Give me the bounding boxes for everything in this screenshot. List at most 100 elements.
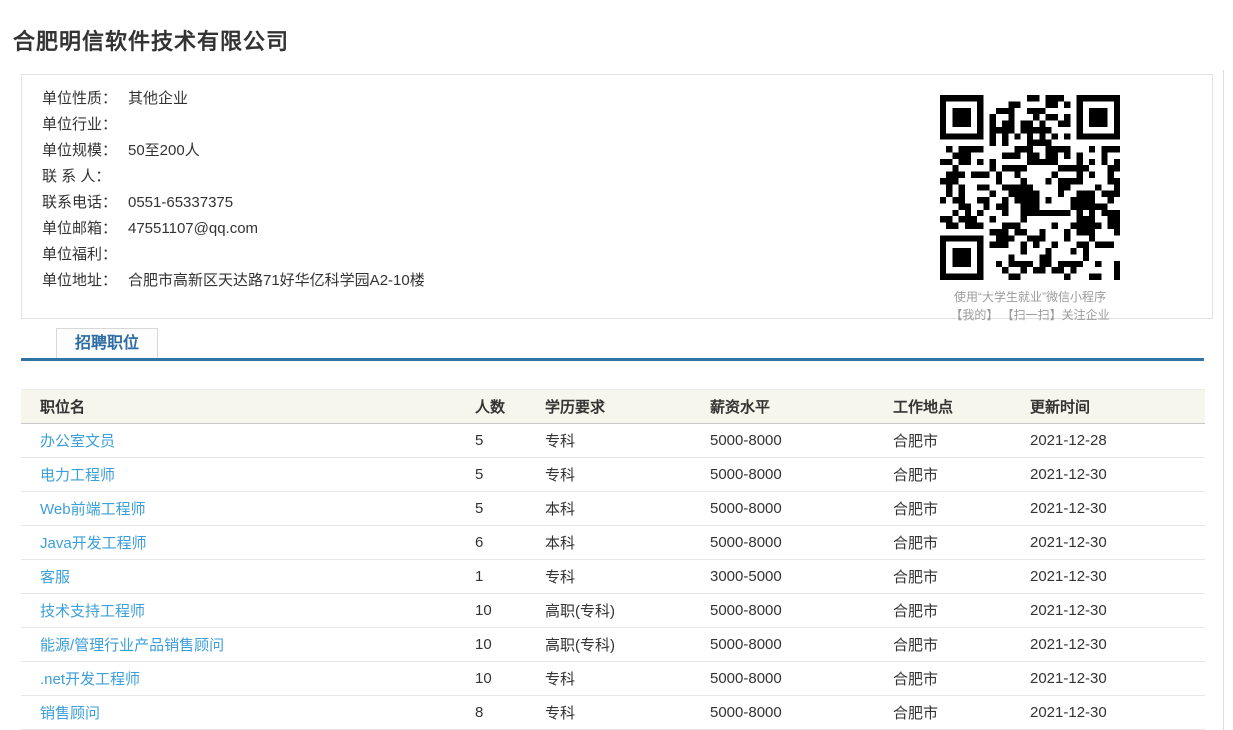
job-cell-education: 高职(专科) [545, 628, 710, 662]
job-cell-updated: 2021-12-30 [1030, 458, 1205, 492]
job-cell-salary: 5000-8000 [710, 526, 893, 560]
job-cell-updated: 2021-12-30 [1030, 526, 1205, 560]
info-value: 合肥市高新区天达路71好华亿科学园A2-10楼 [128, 272, 425, 289]
header-location: 工作地点 [893, 390, 1030, 424]
job-title-link[interactable]: 技术支持工程师 [40, 603, 145, 620]
job-cell-education: 专科 [545, 424, 710, 458]
jobs-table-header-row: 职位名 人数 学历要求 薪资水平 工作地点 更新时间 [21, 390, 1205, 424]
job-title-link[interactable]: 销售顾问 [40, 705, 100, 722]
company-info-line: 单位邮箱：47551107@qq.com [42, 216, 425, 242]
job-cell-count: 5 [475, 458, 545, 492]
job-cell-salary: 5000-8000 [710, 594, 893, 628]
info-label: 单位福利： [42, 242, 124, 268]
job-cell-count: 10 [475, 662, 545, 696]
header-update-time: 更新时间 [1030, 390, 1205, 424]
company-info-line: 单位地址：合肥市高新区天达路71好华亿科学园A2-10楼 [42, 268, 425, 294]
job-cell-location: 合肥市 [893, 662, 1030, 696]
job-cell-salary: 3000-5000 [710, 560, 893, 594]
job-cell-location: 合肥市 [893, 628, 1030, 662]
job-cell-education: 高职(专科) [545, 594, 710, 628]
job-cell-location: 合肥市 [893, 594, 1030, 628]
job-cell-education: 专科 [545, 696, 710, 730]
job-row: Java开发工程师 6本科5000-8000合肥市2021-12-30 [21, 526, 1205, 560]
job-title-link[interactable]: .net开发工程师 [40, 671, 140, 688]
job-cell-salary: 5000-8000 [710, 424, 893, 458]
job-row: 能源/管理行业产品销售顾问10高职(专科)5000-8000合肥市2021-12… [21, 628, 1205, 662]
job-row: Web前端工程师5本科5000-8000合肥市2021-12-30 [21, 492, 1205, 526]
job-cell-salary: 5000-8000 [710, 458, 893, 492]
company-info-panel: 单位性质：其他企业单位行业：单位规模：50至200人联 系 人：联系电话：055… [21, 74, 1213, 319]
job-row: 办公室文员 5专科5000-8000合肥市2021-12-28 [21, 424, 1205, 458]
info-label: 单位地址： [42, 268, 124, 294]
tab-underline [21, 358, 1204, 361]
job-cell-education: 本科 [545, 492, 710, 526]
job-cell-updated: 2021-12-30 [1030, 560, 1205, 594]
job-cell-location: 合肥市 [893, 424, 1030, 458]
job-cell-location: 合肥市 [893, 696, 1030, 730]
job-cell-location: 合肥市 [893, 560, 1030, 594]
info-label: 联 系 人： [42, 164, 124, 190]
wechat-qr-code-image [940, 95, 1120, 280]
info-value: 其他企业 [128, 90, 188, 107]
job-cell-salary: 5000-8000 [710, 662, 893, 696]
job-row: 销售顾问 8专科5000-8000合肥市2021-12-30 [21, 696, 1205, 730]
job-title-link[interactable]: 办公室文员 [40, 433, 115, 450]
job-cell-count: 1 [475, 560, 545, 594]
qr-caption-line2: 【我的】 【扫一扫】关注企业 [940, 306, 1120, 324]
job-cell-location: 合肥市 [893, 458, 1030, 492]
job-cell-updated: 2021-12-30 [1030, 628, 1205, 662]
info-value: 0551-65337375 [128, 194, 233, 211]
job-cell-count: 6 [475, 526, 545, 560]
job-row: 电力工程师 5专科5000-8000合肥市2021-12-30 [21, 458, 1205, 492]
qr-caption: 使用“大学生就业”微信小程序 【我的】 【扫一扫】关注企业 [940, 288, 1120, 324]
company-info-line: 单位行业： [42, 112, 425, 138]
job-title-link[interactable]: 客服 [40, 569, 70, 586]
company-info-fields: 单位性质：其他企业单位行业：单位规模：50至200人联 系 人：联系电话：055… [42, 86, 425, 294]
job-cell-count: 10 [475, 594, 545, 628]
job-cell-updated: 2021-12-30 [1030, 696, 1205, 730]
job-row: 客服 1专科3000-5000合肥市2021-12-30 [21, 560, 1205, 594]
header-education: 学历要求 [545, 390, 710, 424]
job-row: .net开发工程师 10专科5000-8000合肥市2021-12-30 [21, 662, 1205, 696]
qr-block: 使用“大学生就业”微信小程序 【我的】 【扫一扫】关注企业 [940, 95, 1120, 324]
job-cell-count: 10 [475, 628, 545, 662]
job-cell-count: 5 [475, 492, 545, 526]
job-cell-education: 专科 [545, 560, 710, 594]
company-info-line: 联 系 人： [42, 164, 425, 190]
company-info-line: 联系电话：0551-65337375 [42, 190, 425, 216]
job-title-link[interactable]: Java开发工程师 [40, 535, 147, 552]
job-cell-location: 合肥市 [893, 492, 1030, 526]
info-value: 47551107@qq.com [128, 220, 258, 237]
job-cell-count: 8 [475, 696, 545, 730]
info-label: 单位邮箱： [42, 216, 124, 242]
job-cell-updated: 2021-12-30 [1030, 594, 1205, 628]
job-row: 技术支持工程师 10高职(专科)5000-8000合肥市2021-12-30 [21, 594, 1205, 628]
job-cell-location: 合肥市 [893, 526, 1030, 560]
job-cell-updated: 2021-12-28 [1030, 424, 1205, 458]
info-label: 单位行业： [42, 112, 124, 138]
job-cell-updated: 2021-12-30 [1030, 492, 1205, 526]
job-title-link[interactable]: 电力工程师 [40, 467, 115, 484]
job-cell-count: 5 [475, 424, 545, 458]
job-title-link[interactable]: Web前端工程师 [40, 501, 146, 518]
header-headcount: 人数 [475, 390, 545, 424]
tab-bar: 招聘职位 [21, 328, 1204, 361]
job-cell-education: 专科 [545, 662, 710, 696]
company-info-line: 单位规模：50至200人 [42, 138, 425, 164]
info-value: 50至200人 [128, 142, 200, 159]
info-label: 单位性质： [42, 86, 124, 112]
page-title: 合肥明信软件技术有限公司 [13, 24, 289, 56]
job-cell-education: 本科 [545, 526, 710, 560]
job-cell-education: 专科 [545, 458, 710, 492]
header-salary: 薪资水平 [710, 390, 893, 424]
job-cell-salary: 5000-8000 [710, 696, 893, 730]
jobs-table: 职位名 人数 学历要求 薪资水平 工作地点 更新时间 办公室文员5专科5000-… [21, 389, 1205, 730]
job-title-link[interactable]: 能源/管理行业产品销售顾问 [40, 637, 224, 654]
company-info-line: 单位性质：其他企业 [42, 86, 425, 112]
company-info-line: 单位福利： [42, 242, 425, 268]
info-label: 联系电话： [42, 190, 124, 216]
job-cell-updated: 2021-12-30 [1030, 662, 1205, 696]
info-label: 单位规模： [42, 138, 124, 164]
content-right-border [1223, 70, 1224, 730]
tab-recruit-positions[interactable]: 招聘职位 [56, 328, 158, 358]
